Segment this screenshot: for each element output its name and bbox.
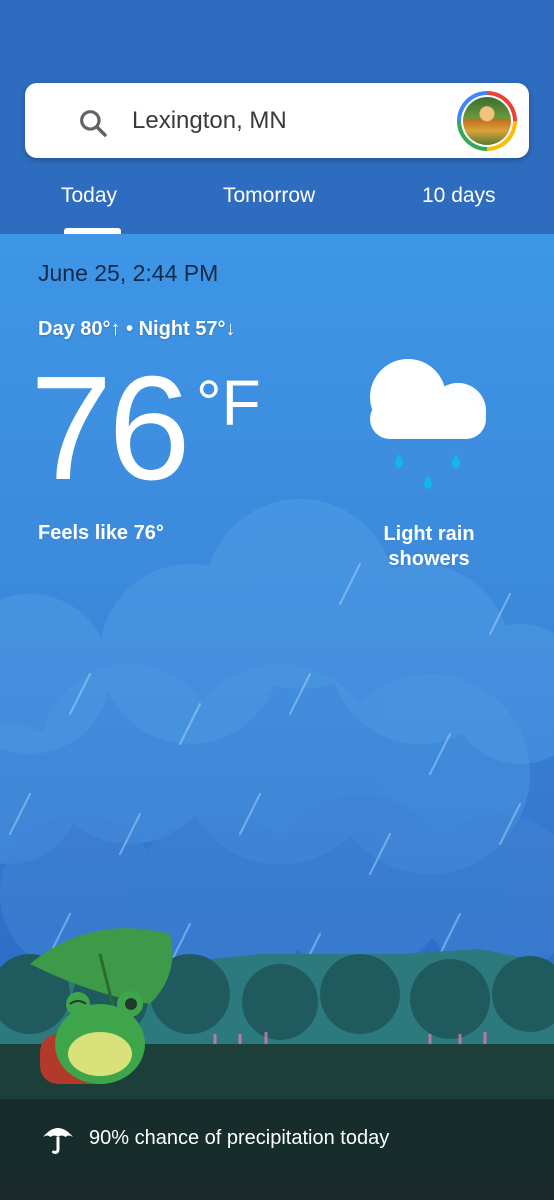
precipitation-bar[interactable]: 90% chance of precipitation today (0, 1099, 554, 1179)
condition-text: Light rain showers (364, 522, 494, 572)
header: Lexington, MN Today Tomorrow 10 days (0, 0, 554, 234)
tab-tomorrow[interactable]: Tomorrow (223, 183, 315, 209)
day-night-temps: Day 80°↑ • Night 57°↓ (38, 318, 236, 340)
current-temperature: 76 (30, 346, 191, 511)
umbrella-icon (43, 1128, 73, 1154)
temperature-unit: °F (196, 367, 261, 439)
precipitation-text: 90% chance of precipitation today (89, 1127, 390, 1149)
account-avatar[interactable] (457, 91, 517, 151)
tab-today[interactable]: Today (61, 183, 117, 209)
condition-line-2: showers (388, 548, 470, 570)
bottom-strip (0, 1179, 554, 1200)
current-datetime: June 25, 2:44 PM (38, 260, 219, 286)
tab-bar: Today Tomorrow 10 days (0, 165, 554, 234)
search-icon[interactable] (77, 107, 109, 139)
avatar (461, 95, 513, 147)
avatar-photo (463, 97, 511, 145)
weather-screen: Lexington, MN Today Tomorrow 10 days Jun… (0, 0, 554, 1200)
search-bar[interactable]: Lexington, MN (25, 83, 529, 158)
tab-10-days[interactable]: 10 days (422, 183, 496, 209)
cloud-rain-icon (370, 359, 486, 489)
location-text[interactable]: Lexington, MN (132, 105, 287, 137)
weather-panel: June 25, 2:44 PM Day 80°↑ • Night 57°↓ 7… (0, 234, 554, 1200)
condition-line-1: Light rain (383, 523, 475, 545)
feels-like: Feels like 76° (38, 522, 164, 544)
